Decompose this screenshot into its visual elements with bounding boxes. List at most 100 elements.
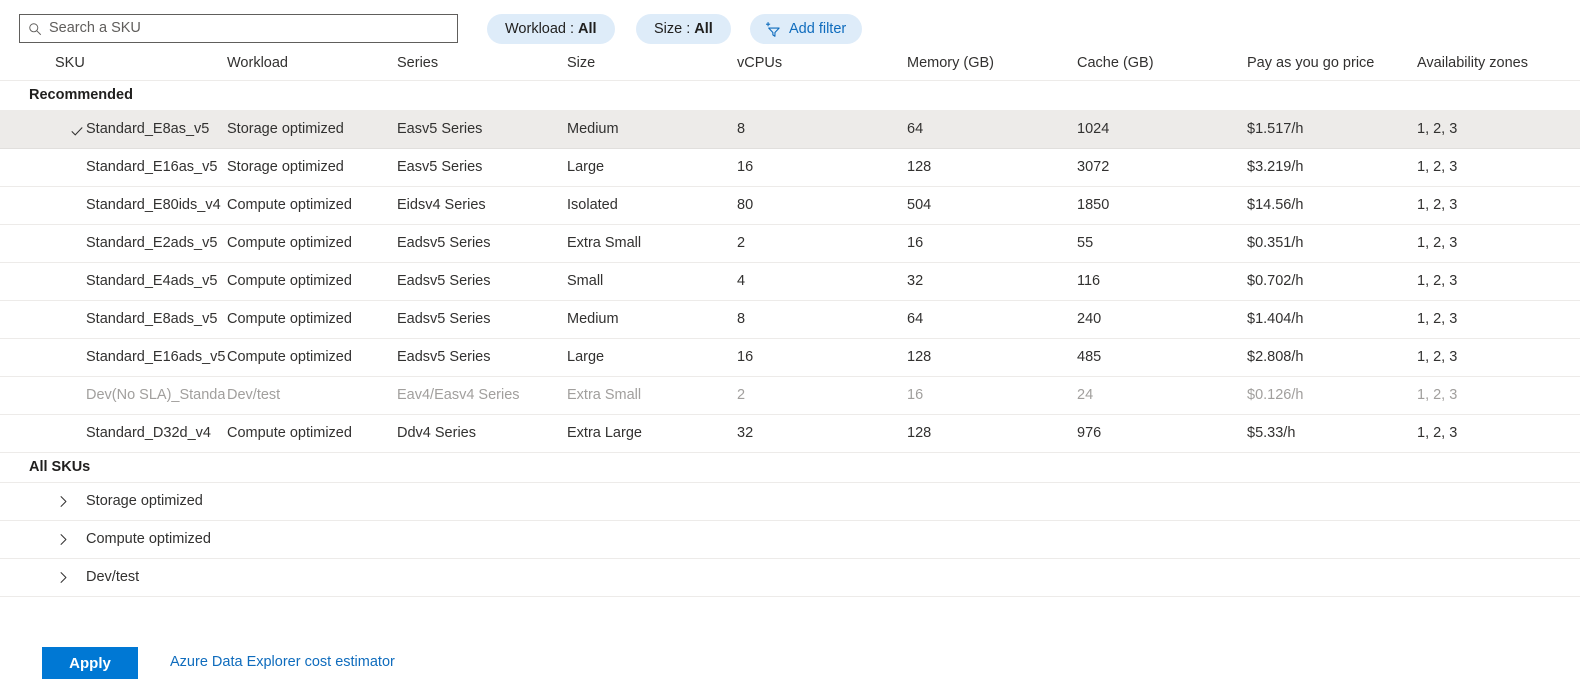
cell-vcpus: 16 <box>737 349 754 365</box>
column-header-series[interactable]: Series <box>397 55 564 71</box>
cell-zones: 1, 2, 3 <box>1417 387 1458 403</box>
cell-vcpus: 16 <box>737 159 754 175</box>
column-header-vcpus[interactable]: vCPUs <box>737 55 904 71</box>
cell-size: Extra Large <box>567 425 642 441</box>
search-input[interactable]: Search a SKU <box>49 21 141 36</box>
cell-sku: Standard_E16as_v5 <box>86 159 218 175</box>
table-row[interactable]: Standard_D32d_v4 Compute optimized Ddv4 Se… <box>0 415 1580 453</box>
column-header-zones[interactable]: Availability zones <box>1417 55 1577 71</box>
add-filter-label: Add filter <box>789 21 847 37</box>
recommended-rows-container: Standard_E8as_v5 Storage optimized Easv5 S… <box>0 111 1580 453</box>
chevron-right-icon[interactable] <box>57 533 70 546</box>
cell-price: $0.702/h <box>1247 273 1304 289</box>
cell-cache: 1850 <box>1077 197 1110 213</box>
cell-price: $3.219/h <box>1247 159 1304 175</box>
expandable-group-label: Storage optimized <box>86 493 203 509</box>
cell-series: Easv5 Series <box>397 159 483 175</box>
cell-zones: 1, 2, 3 <box>1417 197 1458 213</box>
cell-zones: 1, 2, 3 <box>1417 121 1458 137</box>
cell-size: Medium <box>567 121 619 137</box>
cell-workload: Compute optimized <box>227 349 352 365</box>
table-row[interactable]: Standard_E16as_v5 Storage optimized Easv5 … <box>0 149 1580 187</box>
cell-zones: 1, 2, 3 <box>1417 235 1458 251</box>
cell-workload: Compute optimized <box>227 235 352 251</box>
cell-cache: 240 <box>1077 311 1102 327</box>
table-row[interactable]: Standard_E2ads_v5 Compute optimized Eadsv5… <box>0 225 1580 263</box>
cell-workload: Dev/test <box>227 387 281 403</box>
cell-series: Eadsv5 Series <box>397 349 491 365</box>
cell-sku: Standard_E8as_v5 <box>86 121 210 137</box>
cell-zones: 1, 2, 3 <box>1417 425 1458 441</box>
group-header-all-skus: All SKUs <box>0 453 1580 483</box>
filter-pill-size-label: Size : <box>654 21 691 37</box>
search-input-wrapper[interactable]: Search a SKU <box>19 14 458 43</box>
cell-workload: Storage optimized <box>227 159 344 175</box>
cell-zones: 1, 2, 3 <box>1417 349 1458 365</box>
table-row[interactable]: Standard_E80ids_v4 Compute optimized Eidsv… <box>0 187 1580 225</box>
chevron-right-icon[interactable] <box>57 495 70 508</box>
expandable-group-row[interactable]: Compute optimized <box>0 521 1580 559</box>
check-icon <box>71 127 83 136</box>
cell-cache: 3072 <box>1077 159 1110 175</box>
cell-series: Easv5 Series <box>397 121 483 137</box>
table-row[interactable]: Standard_E8as_v5 Storage optimized Easv5 S… <box>0 111 1580 149</box>
add-filter-button[interactable]: Add filter <box>750 14 863 44</box>
cell-cache: 1024 <box>1077 121 1110 137</box>
cell-vcpus: 2 <box>737 235 746 251</box>
table-row[interactable]: Dev(No SLA)_Standard_E2a_v4Dev/test Eav4/… <box>0 377 1580 415</box>
cell-size: Small <box>567 273 604 289</box>
cell-zones: 1, 2, 3 <box>1417 273 1458 289</box>
cell-series: Eadsv5 Series <box>397 311 491 327</box>
cell-memory: 128 <box>907 425 932 441</box>
cell-cache: 24 <box>1077 387 1094 403</box>
filter-pill-size[interactable]: Size : All <box>636 14 731 44</box>
cell-memory: 32 <box>907 273 924 289</box>
cell-sku: Standard_D32d_v4 <box>86 425 211 441</box>
column-header-sku[interactable]: SKU <box>55 55 85 71</box>
expandable-group-row[interactable]: Storage optimized <box>0 483 1580 521</box>
column-header-price[interactable]: Pay as you go price <box>1247 55 1414 71</box>
column-header-memory[interactable]: Memory (GB) <box>907 55 1074 71</box>
cell-vcpus: 4 <box>737 273 746 289</box>
cell-series: Eav4/Easv4 Series <box>397 387 520 403</box>
cell-workload: Compute optimized <box>227 311 352 327</box>
cell-sku: Standard_E4ads_v5 <box>86 273 218 289</box>
cell-size: Extra Small <box>567 387 642 403</box>
search-icon <box>29 22 42 35</box>
cell-workload: Compute optimized <box>227 425 352 441</box>
table-header-row: SKU Workload Series Size vCPUs Memory (G… <box>0 48 1580 81</box>
filter-pill-workload[interactable]: Workload : All <box>487 14 615 44</box>
cell-cache: 976 <box>1077 425 1102 441</box>
cost-estimator-link[interactable]: Azure Data Explorer cost estimator <box>170 654 395 670</box>
expandable-group-label: Dev/test <box>86 569 140 585</box>
cell-memory: 16 <box>907 235 924 251</box>
filter-toolbar: Search a SKU Workload : All Size : All A… <box>0 0 1580 48</box>
cell-workload: Compute optimized <box>227 197 352 213</box>
cell-sku: Dev(No SLA)_Standard_E2a_v4 <box>86 387 225 403</box>
group-header-all-skus-label: All SKUs <box>29 459 91 475</box>
cell-cache: 55 <box>1077 235 1094 251</box>
group-header-recommended-label: Recommended <box>29 87 133 103</box>
table-row[interactable]: Standard_E16ads_v5 Compute optimized Eadsv… <box>0 339 1580 377</box>
column-header-size[interactable]: Size <box>567 55 734 71</box>
chevron-right-icon[interactable] <box>57 571 70 584</box>
column-header-cache[interactable]: Cache (GB) <box>1077 55 1244 71</box>
expandable-group-label: Compute optimized <box>86 531 211 547</box>
expandable-group-row[interactable]: Dev/test <box>0 559 1580 597</box>
cell-zones: 1, 2, 3 <box>1417 159 1458 175</box>
sku-table: SKU Workload Series Size vCPUs Memory (G… <box>0 48 1580 597</box>
cell-size: Isolated <box>567 197 618 213</box>
cell-size: Extra Small <box>567 235 642 251</box>
cell-sku: Standard_E8ads_v5 <box>86 311 218 327</box>
column-header-workload[interactable]: Workload <box>227 55 392 71</box>
cell-zones: 1, 2, 3 <box>1417 311 1458 327</box>
cell-memory: 128 <box>907 349 932 365</box>
table-row[interactable]: Standard_E8ads_v5 Compute optimized Eadsv5… <box>0 301 1580 339</box>
cell-cache: 116 <box>1077 273 1101 289</box>
cell-series: Ddv4 Series <box>397 425 476 441</box>
cell-size: Large <box>567 349 605 365</box>
apply-button[interactable]: Apply <box>42 647 138 679</box>
table-row[interactable]: Standard_E4ads_v5 Compute optimized Eadsv5… <box>0 263 1580 301</box>
cell-memory: 64 <box>907 121 924 137</box>
cell-price: $1.404/h <box>1247 311 1304 327</box>
